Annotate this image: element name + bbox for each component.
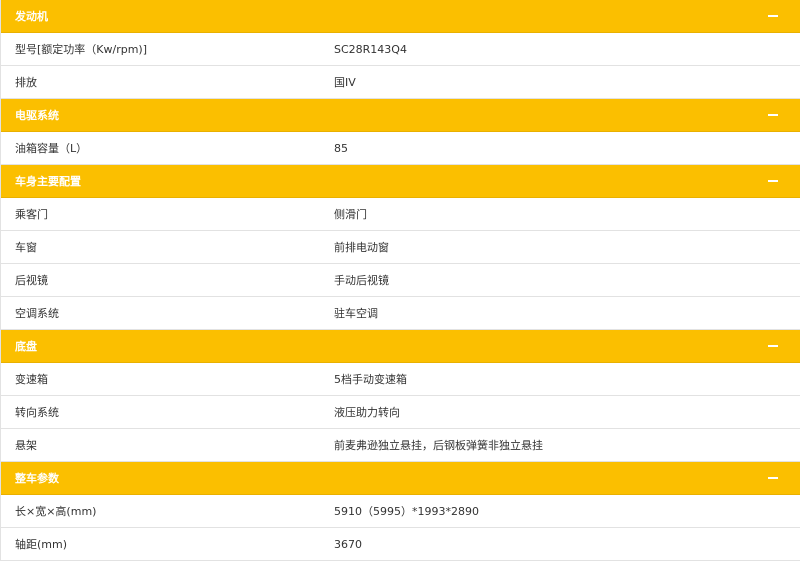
spec-row: 乘客门 侧滑门 <box>1 198 800 231</box>
spec-row: 空调系统 驻车空调 <box>1 297 800 330</box>
section-header[interactable]: 底盘 <box>1 330 800 363</box>
spec-label: 油箱容量（L） <box>15 142 88 155</box>
spec-value: 手动后视镜 <box>334 274 389 287</box>
spec-label: 后视镜 <box>15 274 48 287</box>
section-title: 底盘 <box>15 340 37 353</box>
section-title: 车身主要配置 <box>15 175 81 188</box>
minus-icon[interactable] <box>768 477 778 479</box>
spec-row: 悬架 前麦弗逊独立悬挂，后钢板弹簧非独立悬挂 <box>1 429 800 462</box>
spec-row: 油箱容量（L） 85 <box>1 132 800 165</box>
spec-value: 5910（5995）*1993*2890 <box>334 505 479 518</box>
spec-value: 国IV <box>334 76 356 89</box>
section-header[interactable]: 发动机 <box>1 0 800 33</box>
spec-row: 排放 国IV <box>1 66 800 99</box>
minus-icon[interactable] <box>768 345 778 347</box>
spec-row: 车窗 前排电动窗 <box>1 231 800 264</box>
section-header[interactable]: 整车参数 <box>1 462 800 495</box>
minus-icon[interactable] <box>768 15 778 17</box>
spec-label: 转向系统 <box>15 406 59 419</box>
spec-label: 变速箱 <box>15 373 48 386</box>
spec-label: 轴距(mm) <box>15 538 68 551</box>
spec-value: 85 <box>334 141 348 155</box>
spec-row: 转向系统 液压助力转向 <box>1 396 800 429</box>
spec-value: 5档手动变速箱 <box>334 373 407 386</box>
spec-value: SC28R143Q4 <box>334 42 407 56</box>
spec-value: 液压助力转向 <box>334 406 400 419</box>
minus-icon[interactable] <box>768 180 778 182</box>
spec-row: 长×宽×高(mm) 5910（5995）*1993*2890 <box>1 495 800 528</box>
section-title: 发动机 <box>15 10 48 23</box>
spec-value: 驻车空调 <box>334 307 378 320</box>
spec-row: 轴距(mm) 3670 <box>1 528 800 561</box>
spec-value: 3670 <box>334 537 362 551</box>
spec-label: 悬架 <box>15 439 37 452</box>
spec-table: 发动机型号[额定功率（Kw/rpm)] SC28R143Q4 排放 国IV 电驱系统油箱… <box>0 0 800 561</box>
minus-icon[interactable] <box>768 114 778 116</box>
spec-label: 乘客门 <box>15 208 48 221</box>
spec-label: 空调系统 <box>15 307 59 320</box>
spec-label: 车窗 <box>15 241 37 254</box>
section-title: 整车参数 <box>15 472 59 485</box>
spec-row: 变速箱 5档手动变速箱 <box>1 363 800 396</box>
spec-value: 前麦弗逊独立悬挂，后钢板弹簧非独立悬挂 <box>334 439 543 452</box>
section-header[interactable]: 车身主要配置 <box>1 165 800 198</box>
spec-row: 型号[额定功率（Kw/rpm)] SC28R143Q4 <box>1 33 800 66</box>
section-title: 电驱系统 <box>15 109 59 122</box>
spec-row: 后视镜 手动后视镜 <box>1 264 800 297</box>
spec-label: 型号[额定功率（Kw/rpm)] <box>15 43 148 56</box>
spec-label: 排放 <box>15 76 37 89</box>
spec-label: 长×宽×高(mm) <box>15 505 97 518</box>
section-header[interactable]: 电驱系统 <box>1 99 800 132</box>
spec-value: 前排电动窗 <box>334 241 389 254</box>
spec-value: 侧滑门 <box>334 208 367 221</box>
